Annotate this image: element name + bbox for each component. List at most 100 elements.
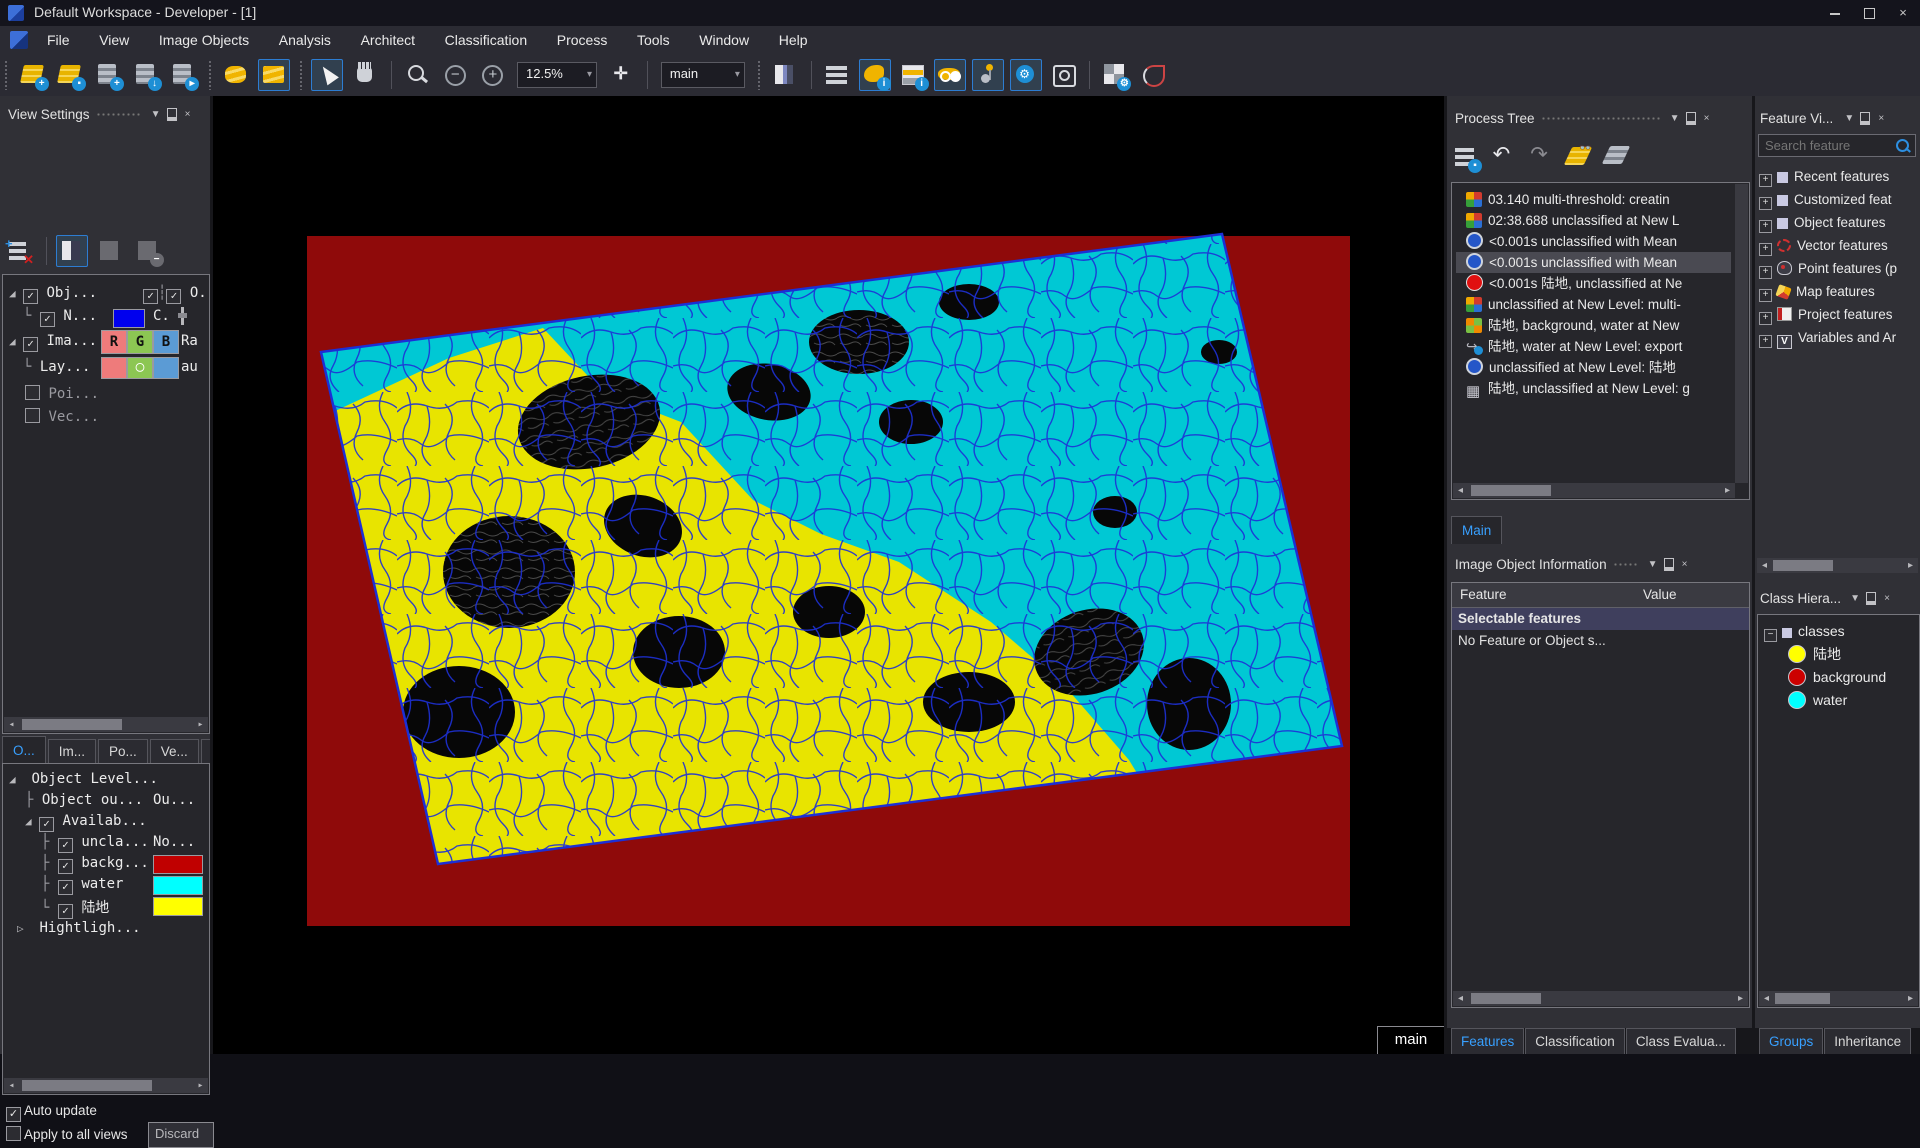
checkbox[interactable]	[58, 838, 73, 853]
pin-button[interactable]	[164, 102, 180, 128]
save-process-button[interactable]: ▪	[1450, 141, 1482, 173]
tree-row-level-root[interactable]: ◢ Object Level...	[9, 771, 158, 787]
expanded-icon[interactable]: ◢	[9, 287, 23, 300]
scroll-right-icon[interactable]: ▸	[193, 717, 208, 732]
zoom-level-combo[interactable]: 12.5%▾	[517, 62, 597, 88]
tree-row-vector[interactable]: Vec...	[25, 408, 99, 425]
expand-icon[interactable]: +	[1759, 220, 1772, 233]
feature-item[interactable]: +Vector features	[1759, 235, 1888, 257]
split-view-button[interactable]	[769, 59, 801, 91]
outline-color-swatch[interactable]	[113, 309, 145, 328]
zoom-in-button[interactable]: +	[476, 59, 508, 91]
feature-item[interactable]: +Point features (p	[1759, 258, 1897, 280]
process-row[interactable]: 陆地, water at New Level: export	[1456, 336, 1731, 357]
slider-knob-icon[interactable]	[178, 313, 187, 318]
scroll-thumb[interactable]	[22, 719, 122, 730]
expand-icon[interactable]: +	[1759, 266, 1772, 279]
navigate-button[interactable]: ✛	[606, 59, 638, 91]
process-row[interactable]: ▦陆地, unclassified at New Level: g	[1456, 378, 1731, 399]
redo-button[interactable]: ↷	[1525, 141, 1557, 173]
tree-row-object[interactable]: ◢ Obj... ┆ O.	[9, 285, 97, 304]
panel-menu-button[interactable]: ▼	[1645, 552, 1661, 578]
tab-main[interactable]: Main	[1451, 516, 1502, 544]
pan-tool-button[interactable]	[349, 59, 381, 91]
red-channel-swatch[interactable]: R	[101, 330, 127, 354]
menu-window[interactable]: Window	[686, 26, 762, 54]
pin-button[interactable]	[1683, 106, 1699, 132]
tab-point[interactable]: Po...	[98, 739, 148, 764]
panel-menu-button[interactable]: ▼	[148, 102, 164, 128]
expand-icon[interactable]: +	[1759, 197, 1772, 210]
apply-all-row[interactable]: Apply to all views	[6, 1126, 128, 1142]
classification-view-button[interactable]	[934, 59, 966, 91]
layer-mixing-button[interactable]	[821, 59, 853, 91]
column-header-value[interactable]: Value	[1635, 583, 1749, 608]
tree-row-class-water[interactable]: ├ water	[41, 876, 123, 895]
expanded-icon[interactable]: ◢	[25, 815, 39, 828]
process-row[interactable]: 陆地, background, water at New	[1456, 315, 1731, 336]
tree-row-outline[interactable]: ├ Object ou... Ou...	[25, 792, 143, 808]
tab-features[interactable]: Features	[1451, 1028, 1524, 1054]
expanded-icon[interactable]: ◢	[9, 335, 23, 348]
checkbox[interactable]	[58, 859, 73, 874]
layer-swatch[interactable]	[153, 357, 179, 379]
pin-button[interactable]	[1863, 586, 1879, 612]
unlink-view-button[interactable]: −	[132, 235, 164, 267]
single-view-button[interactable]	[56, 235, 88, 267]
feature-item[interactable]: +Recent features	[1759, 166, 1889, 188]
group-row-selectable-features[interactable]: Selectable features	[1452, 608, 1749, 630]
classes-root-row[interactable]: −classes	[1764, 620, 1845, 642]
green-channel-swatch[interactable]: G	[127, 330, 153, 354]
scroll-left-icon[interactable]: ◂	[1759, 991, 1774, 1006]
horizontal-scrollbar[interactable]: ◂ ▸	[1453, 991, 1748, 1006]
tab-image[interactable]: Im...	[48, 739, 96, 764]
drag-handle[interactable]	[96, 112, 142, 118]
tab-class-evaluation[interactable]: Class Evalua...	[1626, 1028, 1736, 1054]
scroll-right-icon[interactable]: ▸	[1720, 483, 1735, 498]
checkbox[interactable]	[23, 289, 38, 304]
menu-classification[interactable]: Classification	[432, 26, 540, 54]
pin-button[interactable]	[1857, 106, 1873, 132]
scroll-left-icon[interactable]: ◂	[1453, 483, 1468, 498]
expand-icon[interactable]: +	[1759, 174, 1772, 187]
menu-architect[interactable]: Architect	[348, 26, 428, 54]
analysis-builder-button[interactable]	[220, 59, 252, 91]
run-history-button[interactable]	[1601, 141, 1633, 173]
view-select-combo[interactable]: main▾	[661, 62, 745, 88]
class-row-water[interactable]: water	[1788, 689, 1847, 711]
process-row[interactable]: 02:38.688 unclassified at New L	[1456, 210, 1731, 231]
toolbar-grip[interactable]	[4, 60, 9, 90]
scroll-left-icon[interactable]: ◂	[4, 717, 19, 732]
feature-search-box[interactable]	[1758, 134, 1916, 157]
tab-vector[interactable]: Ve...	[150, 739, 199, 764]
process-row[interactable]: unclassified at New Level: 陆地	[1456, 357, 1731, 378]
feature-item[interactable]: +Customized feat	[1759, 189, 1892, 211]
scroll-thumb[interactable]	[1471, 485, 1551, 496]
undo-button[interactable]: ↶	[1488, 141, 1520, 173]
viewer-tab-main[interactable]: main	[1377, 1026, 1444, 1054]
cursor-tool-button[interactable]	[311, 59, 343, 91]
class-color-swatch[interactable]	[153, 855, 203, 874]
samples-view-button[interactable]	[972, 59, 1004, 91]
add-project-button[interactable]: +	[92, 59, 124, 91]
scroll-left-icon[interactable]: ◂	[1453, 991, 1468, 1006]
menu-file[interactable]: File	[34, 26, 83, 54]
scroll-thumb[interactable]	[1471, 993, 1541, 1004]
collapsed-icon[interactable]: ▷	[17, 922, 31, 935]
checkbox[interactable]	[58, 880, 73, 895]
menu-analysis[interactable]: Analysis	[266, 26, 344, 54]
zoom-out-button[interactable]: −	[439, 59, 471, 91]
scroll-left-icon[interactable]: ◂	[1757, 558, 1772, 573]
object-mean-view-button[interactable]: i	[897, 59, 929, 91]
maximize-button[interactable]	[1852, 0, 1886, 26]
apply-all-checkbox[interactable]	[6, 1126, 21, 1141]
scroll-right-icon[interactable]: ▸	[1903, 991, 1918, 1006]
scroll-thumb[interactable]	[1775, 993, 1830, 1004]
auto-update-row[interactable]: Auto update	[6, 1103, 97, 1122]
run-selected-button[interactable]: 👓	[1563, 141, 1595, 173]
checkbox[interactable]	[39, 817, 54, 832]
checkbox[interactable]	[166, 289, 181, 304]
panel-menu-button[interactable]: ▼	[1841, 106, 1857, 132]
feature-search-input[interactable]	[1759, 135, 1915, 156]
close-button[interactable]: ×	[1886, 0, 1920, 26]
